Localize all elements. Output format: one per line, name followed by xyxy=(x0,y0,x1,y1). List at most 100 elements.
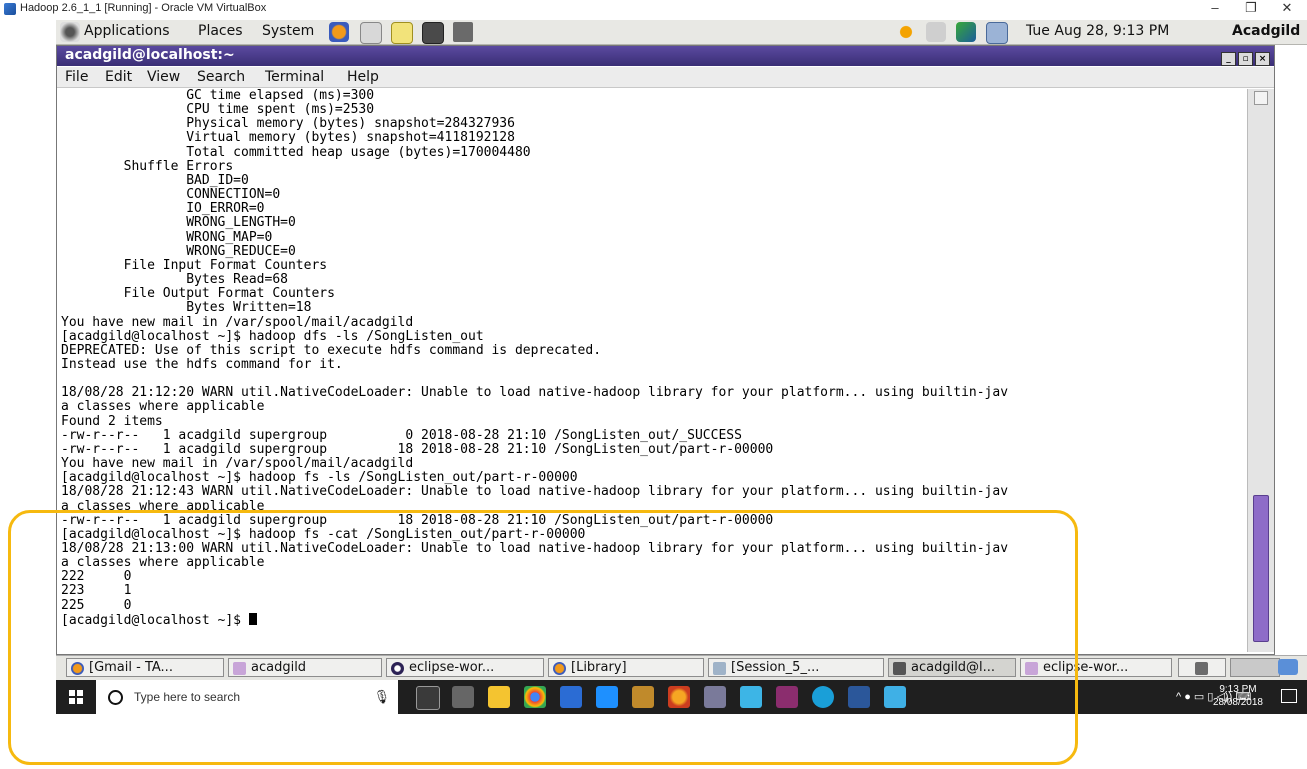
terminal-line: File Input Format Counters xyxy=(61,257,328,273)
menu-view[interactable]: View xyxy=(147,69,180,85)
task-eclipse-2[interactable]: eclipse-wor... xyxy=(1020,658,1172,677)
terminal-line: Bytes Written=18 xyxy=(61,300,312,316)
maps-icon[interactable] xyxy=(812,686,834,708)
task-gmail[interactable]: [Gmail - TA... xyxy=(66,658,224,677)
terminal-line: You have new mail in /var/spool/mail/aca… xyxy=(61,456,414,472)
browser-icon[interactable] xyxy=(668,686,690,708)
terminal-prompt-line[interactable]: [acadgild@localhost ~]$ xyxy=(61,612,1246,628)
terminal-line: 18/08/28 21:13:00 WARN util.NativeCodeLo… xyxy=(61,541,1009,556)
terminal-line: 222 0 xyxy=(61,569,132,585)
chrome-icon[interactable] xyxy=(524,686,546,708)
terminal-line: [acadgild@localhost ~]$ hadoop dfs -ls /… xyxy=(61,328,484,344)
word-icon[interactable] xyxy=(848,686,870,708)
virtualbox-title-bar: Hadoop 2.6_1_1 [Running] - Oracle VM Vir… xyxy=(0,0,1307,18)
app-icon-2[interactable] xyxy=(776,686,798,708)
terminal-line: Instead use the hdfs command for it. xyxy=(61,356,343,372)
menu-edit[interactable]: Edit xyxy=(105,69,132,85)
workspace-switcher[interactable] xyxy=(1230,658,1280,677)
network-icon[interactable] xyxy=(956,22,976,42)
terminal-launcher-icon[interactable] xyxy=(422,22,444,44)
search-icon xyxy=(108,690,123,705)
terminal-prompt: [acadgild@localhost ~]$ xyxy=(61,612,249,628)
terminal-line: a classes where applicable xyxy=(61,555,265,571)
windows-start-button[interactable] xyxy=(56,680,96,714)
calculator-icon[interactable] xyxy=(452,686,474,708)
show-desktop-button[interactable] xyxy=(1178,658,1226,677)
menu-search[interactable]: Search xyxy=(197,69,245,85)
terminal-line: ​ xyxy=(61,372,1246,386)
panel-clock[interactable]: Tue Aug 28, 9:13 PM xyxy=(1026,23,1169,39)
terminal-line: BAD_ID=0 xyxy=(61,172,249,188)
clock-time: 9:13 PM xyxy=(1219,684,1257,695)
panel-user[interactable]: Acadgild xyxy=(1232,23,1300,39)
terminal-line: WRONG_MAP=0 xyxy=(61,229,273,245)
terminal-line: GC time elapsed (ms)=300 xyxy=(61,89,375,103)
terminal-line: Physical memory (bytes) snapshot=2843279… xyxy=(61,116,515,132)
search-placeholder: Type here to search xyxy=(134,690,241,704)
virtualbox-icon xyxy=(4,3,16,15)
task-label: [Session_5_... xyxy=(731,660,820,675)
menu-terminal[interactable]: Terminal xyxy=(265,69,324,85)
minimize-button[interactable]: – xyxy=(1200,0,1230,15)
terminal-line: Found 2 items xyxy=(61,413,163,429)
menu-file[interactable]: File xyxy=(65,69,88,85)
terminal-line: DEPRECATED: Use of this script to execut… xyxy=(61,342,602,358)
menu-applications[interactable]: Applications xyxy=(84,23,170,39)
firefox-icon[interactable] xyxy=(329,22,349,42)
terminal-window: acadgild@localhost:~ _ ▫ × File Edit View … xyxy=(56,45,1275,655)
update-notifier-icon[interactable] xyxy=(896,22,916,42)
eclipse-icon xyxy=(391,662,404,675)
file-explorer-icon[interactable] xyxy=(488,686,510,708)
windows-taskbar: Type here to search 🎙 ^ ● ▭ ▯ ◁)) ⌨ 9:13… xyxy=(56,680,1307,714)
terminal-output[interactable]: GC time elapsed (ms)=300 CPU time spent … xyxy=(61,89,1246,651)
folder-icon xyxy=(1025,662,1038,675)
store-icon[interactable] xyxy=(632,686,654,708)
microphone-icon[interactable]: 🎙 xyxy=(373,689,390,705)
menu-system[interactable]: System xyxy=(262,23,314,39)
terminal-line: CPU time spent (ms)=2530 xyxy=(61,102,375,118)
trash-icon[interactable] xyxy=(1278,659,1298,675)
text-editor-icon[interactable] xyxy=(391,22,413,44)
document-icon xyxy=(713,662,726,675)
scroll-up-arrow[interactable] xyxy=(1254,91,1268,105)
windows-search-box[interactable]: Type here to search 🎙 xyxy=(96,680,398,714)
guest-top-panel: Applications Places System Tue Aug 28, 9… xyxy=(56,20,1307,45)
photos-icon[interactable] xyxy=(884,686,906,708)
terminal-maximize-button[interactable]: ▫ xyxy=(1238,52,1253,66)
screenshot-icon[interactable] xyxy=(453,22,473,42)
mail-icon[interactable] xyxy=(596,686,618,708)
terminal-scrollbar[interactable] xyxy=(1247,89,1274,652)
terminal-title-bar[interactable]: acadgild@localhost:~ _ ▫ × xyxy=(57,46,1274,66)
menu-help[interactable]: Help xyxy=(347,69,379,85)
task-session[interactable]: [Session_5_... xyxy=(708,658,884,677)
scrollbar-thumb[interactable] xyxy=(1253,495,1269,642)
task-eclipse[interactable]: eclipse-wor... xyxy=(386,658,544,677)
app-icon[interactable] xyxy=(560,686,582,708)
terminal-close-button[interactable]: × xyxy=(1255,52,1270,66)
terminal-line: 18/08/28 21:12:43 WARN util.NativeCodeLo… xyxy=(61,484,1009,500)
media-icon[interactable] xyxy=(740,686,762,708)
terminal-line: Total committed heap usage (bytes)=17000… xyxy=(61,144,531,160)
close-button[interactable]: ✕ xyxy=(1272,0,1302,16)
terminal-line: WRONG_LENGTH=0 xyxy=(61,215,296,231)
terminal-minimize-button[interactable]: _ xyxy=(1221,52,1236,66)
windows-clock[interactable]: 9:13 PM 28/08/2018 xyxy=(1213,683,1263,709)
terminal-line: IO_ERROR=0 xyxy=(61,201,265,217)
email-icon[interactable] xyxy=(360,22,382,44)
restore-button[interactable]: ❐ xyxy=(1236,0,1266,16)
terminal-cursor xyxy=(248,612,257,625)
task-terminal[interactable]: acadgild@l... xyxy=(888,658,1016,677)
task-library[interactable]: [Library] xyxy=(548,658,704,677)
clipboard-icon[interactable] xyxy=(986,22,1008,44)
menu-places[interactable]: Places xyxy=(198,23,243,39)
notification-icon[interactable] xyxy=(1281,689,1297,703)
task-acadgild-folder[interactable]: acadgild xyxy=(228,658,382,677)
terminal-line: [acadgild@localhost ~]$ hadoop fs -cat /… xyxy=(61,526,586,542)
volume-icon[interactable] xyxy=(926,22,946,42)
task-label: acadgild@l... xyxy=(911,660,996,675)
virtualbox-window-title: Hadoop 2.6_1_1 [Running] - Oracle VM Vir… xyxy=(20,2,267,14)
virtualbox-taskbar-icon[interactable] xyxy=(704,686,726,708)
terminal-line: 225 0 xyxy=(61,597,132,613)
task-view-icon[interactable] xyxy=(416,686,440,710)
guest-taskbar: [Gmail - TA... acadgild eclipse-wor... [… xyxy=(56,655,1307,680)
